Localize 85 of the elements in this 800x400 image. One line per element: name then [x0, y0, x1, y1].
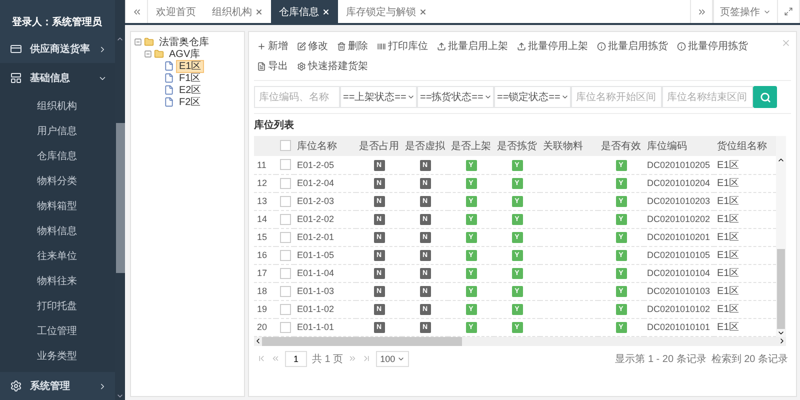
search-field[interactable]: 库位名称结束区间 — [662, 86, 753, 108]
table-cell: DC0201010205 — [644, 156, 714, 174]
column-header[interactable]: 是否拣货 — [494, 136, 540, 156]
table-cell: E01-1-05 — [294, 246, 356, 264]
table-cell: DC0201010102 — [644, 300, 714, 318]
toolbar-button[interactable]: 批量停用拣货 — [677, 37, 748, 55]
column-header[interactable]: 是否占用 — [356, 136, 402, 156]
submenu-item[interactable]: 物料往来 — [0, 268, 115, 293]
row-number: 16 — [254, 246, 276, 264]
row-number: 17 — [254, 264, 276, 282]
page-size-dropdown[interactable]: 100 — [376, 350, 410, 366]
user-label: 登录人：系统管理员 — [10, 16, 103, 30]
table-cell: E01-1-02 — [294, 300, 356, 318]
status-dropdown[interactable]: ==上架状态== — [340, 86, 417, 108]
column-header[interactable]: 是否虚拟 — [402, 136, 448, 156]
table-cell: DC0201010103 — [644, 282, 714, 300]
toolbar-button[interactable]: 批量停用上架 — [517, 37, 588, 55]
search-field[interactable]: 库位名称开始区间 — [571, 86, 662, 108]
tree-item[interactable]: F2区 — [176, 96, 204, 108]
table-cell: E01-2-05 — [294, 156, 356, 174]
column-header[interactable]: 是否有效 — [598, 136, 644, 156]
table-cell: DC0201010201 — [644, 228, 714, 246]
tree-item[interactable]: F1区 — [176, 72, 204, 84]
row-number: 19 — [254, 300, 276, 318]
page-field[interactable]: 1 — [285, 350, 307, 366]
row-number: 13 — [254, 192, 276, 210]
submenu-item[interactable]: 用户信息 — [0, 118, 115, 143]
tab-label: 仓库信息 — [279, 6, 319, 18]
column-header[interactable]: 库位名称 — [294, 136, 356, 156]
list-title: 库位列表 — [254, 118, 295, 133]
toolbar-button[interactable]: 导出 — [257, 57, 288, 75]
submenu-item[interactable]: 工位管理 — [0, 318, 115, 343]
tab-label: 组织机构 — [212, 6, 252, 18]
record-range: 显示第 1 - 20 条记录 — [615, 352, 706, 366]
tab[interactable]: 仓库信息 — [271, 0, 338, 23]
toolbar-button[interactable]: 快速搭建货架 — [297, 57, 368, 75]
tree-item[interactable]: 法雷奥仓库 — [156, 36, 212, 48]
table-cell: E01-2-03 — [294, 192, 356, 210]
column-header[interactable]: 货位组名称 — [714, 136, 776, 156]
submenu-item[interactable]: 往来单位 — [0, 243, 115, 268]
toolbar-button[interactable]: 删除 — [337, 37, 368, 55]
submenu-item[interactable]: 仓库信息 — [0, 143, 115, 168]
row-number: 12 — [254, 174, 276, 192]
tree-item[interactable]: E2区 — [176, 84, 204, 96]
row-number: 18 — [254, 282, 276, 300]
toolbar-button[interactable]: 修改 — [297, 37, 328, 55]
tree-item[interactable]: E1区 — [176, 60, 204, 72]
status-dropdown[interactable]: ==锁定状态== — [494, 86, 571, 108]
table-cell: DC0201010204 — [644, 174, 714, 192]
toolbar-button[interactable]: 批量启用拣货 — [597, 37, 668, 55]
submenu-item[interactable]: 物料分类 — [0, 168, 115, 193]
tab-label: 欢迎首页 — [156, 6, 196, 18]
table-cell: DC0201010203 — [644, 192, 714, 210]
table-cell: E01-1-01 — [294, 318, 356, 336]
toolbar-button[interactable]: 批量启用上架 — [437, 37, 508, 55]
tab-label: 库存锁定与解锁 — [346, 6, 416, 18]
submenu-item[interactable]: 物料信息 — [0, 218, 115, 243]
status-dropdown[interactable]: ==拣货状态== — [417, 86, 494, 108]
menu-item[interactable]: 基础信息 — [0, 63, 115, 93]
table-cell: DC0201010202 — [644, 210, 714, 228]
tree-item[interactable]: AGV库 — [166, 48, 204, 60]
row-number: 11 — [254, 156, 276, 174]
table-cell: E01-1-03 — [294, 282, 356, 300]
column-header[interactable]: 关联物料 — [540, 136, 598, 156]
submenu-item[interactable]: 打印托盘 — [0, 293, 115, 318]
search-field[interactable]: 库位编码、名称 — [254, 86, 340, 108]
table-cell: E01-2-01 — [294, 228, 356, 246]
submenu-item[interactable]: 组织机构 — [0, 93, 115, 118]
row-number: 15 — [254, 228, 276, 246]
row-number: 20 — [254, 318, 276, 336]
table-cell: DC0201010104 — [644, 264, 714, 282]
table-cell: DC0201010101 — [644, 318, 714, 336]
table-cell: E01-2-04 — [294, 174, 356, 192]
page-count: 共 1 页 — [312, 352, 344, 366]
table-cell: E01-2-02 — [294, 210, 356, 228]
submenu-item[interactable]: 业务类型 — [0, 343, 115, 368]
table-cell: E01-1-04 — [294, 264, 356, 282]
column-header[interactable]: 库位编码 — [644, 136, 714, 156]
submenu-item[interactable]: 物料箱型 — [0, 193, 115, 218]
toolbar-button[interactable]: 新增 — [257, 37, 288, 55]
toolbar-button[interactable]: 打印库位 — [377, 37, 428, 55]
column-header[interactable]: 是否上架 — [448, 136, 494, 156]
row-number: 14 — [254, 210, 276, 228]
table-cell: DC0201010105 — [644, 246, 714, 264]
record-count: 检索到 20 条记录 — [711, 352, 788, 366]
